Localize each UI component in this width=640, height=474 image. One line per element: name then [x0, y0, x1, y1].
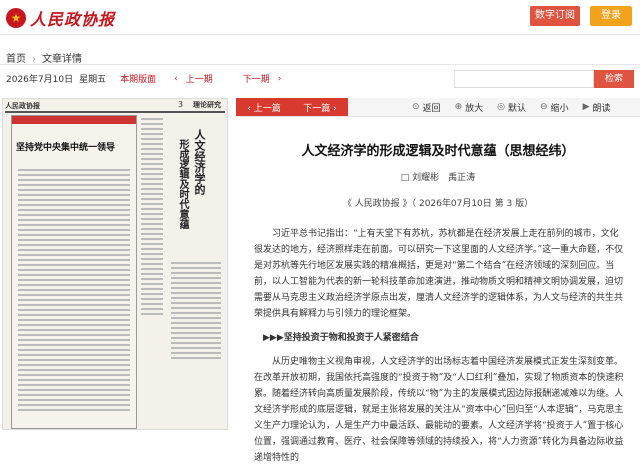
article-toolbar: ‹ 上一篇 下一篇 › ⊙ 返回 ⊕ 放大 ◎ 默认 ⊖ 缩小 ▶ 朗读 — [236, 98, 640, 117]
paper-strip — [12, 116, 136, 124]
divider — [0, 64, 640, 65]
article-body: 习近平总书记指出：“上有天堂下有苏杭，苏杭都是在经济发展上走在前列的城市，文化很… — [254, 226, 626, 474]
default-label: 默认 — [507, 103, 526, 114]
top-bar: ★ 人民政协报 数字订阅 登录 — [0, 0, 640, 35]
paper-vertical-title-2[interactable]: 形成逻辑及时代意蕴 — [175, 139, 190, 229]
article-nav: ‹ 上一篇 下一篇 › — [236, 98, 348, 116]
prev-issue-link[interactable]: 上一期 — [186, 72, 213, 85]
read-aloud-label: 朗读 — [592, 103, 611, 114]
article-panel: ‹ 上一篇 下一篇 › ⊙ 返回 ⊕ 放大 ◎ 默认 ⊖ 缩小 ▶ 朗读 人文经济学的形成… — [236, 98, 640, 463]
zoom-out-button[interactable]: ⊖ 缩小 — [540, 101, 569, 114]
paper-vertical-title[interactable]: 人文经济学的 — [193, 129, 206, 195]
author-icon: □ — [400, 173, 413, 183]
breadcrumb: 首页 › 文章详情 — [6, 50, 82, 65]
this-issue-link[interactable]: 本期版面 — [120, 72, 156, 85]
paper-rule — [5, 111, 225, 113]
next-article-label: 下一篇 — [303, 103, 331, 114]
paragraph: 习近平总书记指出：“上有天堂下有苏杭，苏杭都是在经济发展上走在前列的城市，文化很… — [254, 229, 624, 319]
author-names: 刘耀彬 禹正涛 — [412, 173, 476, 183]
article-source: 《 人民政协报 》（ 2026年07月10日 第 3 版） — [342, 199, 534, 209]
search-button[interactable]: 检索 — [594, 70, 634, 88]
play-icon: ▶ — [582, 102, 590, 112]
default-size-button[interactable]: ◎ 默认 — [497, 101, 526, 114]
reading-tools: ⊙ 返回 ⊕ 放大 ◎ 默认 ⊖ 缩小 ▶ 朗读 — [412, 98, 625, 116]
subscribe-button[interactable]: 数字订阅 — [530, 6, 580, 26]
next-article-button[interactable]: 下一篇 › — [303, 101, 336, 114]
zoom-in-label: 放大 — [465, 103, 484, 114]
issue-weekday: 星期五 — [79, 75, 107, 85]
paper-column — [171, 259, 221, 362]
paper-masthead: 人民政协报 — [5, 101, 40, 110]
chevron-left-icon[interactable]: ‹ — [174, 74, 178, 84]
default-icon: ◎ — [497, 102, 505, 112]
zoom-out-icon: ⊖ — [540, 102, 548, 112]
paper-page-number: 3 — [178, 100, 184, 109]
read-aloud-button[interactable]: ▶ 朗读 — [583, 101, 611, 114]
paper-article-box[interactable]: 坚持党中央集中统一领导 — [11, 115, 137, 429]
next-issue-link[interactable]: 下一期 — [243, 72, 270, 85]
section-subheading: ▶▶▶坚持投资于物和投资于人紧密结合 — [263, 333, 419, 343]
zoom-out-label: 缩小 — [550, 103, 569, 114]
emblem-icon: ★ — [6, 8, 26, 28]
zoom-in-icon: ⊕ — [454, 102, 463, 112]
prev-article-label: 上一篇 — [253, 103, 281, 114]
paper-column — [141, 115, 163, 427]
logo[interactable]: ★ 人民政协报 — [6, 6, 115, 30]
back-icon: ⊙ — [412, 102, 420, 112]
issue-date: 2026年7月10日 — [6, 75, 74, 85]
issue-nav: 2026年7月10日 星期五 本期版面 ‹ 上一期 下一期 › — [6, 72, 282, 86]
back-button[interactable]: ⊙ 返回 — [412, 101, 441, 114]
back-label: 返回 — [422, 103, 441, 114]
search-input[interactable] — [454, 70, 594, 88]
article-title: 人文经济学的形成逻辑及时代意蕴（思想经纬） — [301, 144, 575, 159]
paper-box-title: 坚持党中央集中统一领导 — [16, 143, 116, 153]
logo-text: 人民政协报 — [30, 10, 116, 29]
login-button[interactable]: 登录 — [590, 6, 632, 26]
zoom-in-button[interactable]: ⊕ 放大 — [455, 101, 484, 114]
paper-page-tag: 理论研究 — [193, 101, 221, 109]
paper-text-lines — [18, 166, 130, 414]
chevron-right-icon[interactable]: › — [278, 74, 282, 84]
prev-article-button[interactable]: ‹ 上一篇 — [247, 101, 280, 114]
paragraph: 从历史唯物主义视角审视，人文经济学的出场标志着中国经济发展模式正发生深刻变革。在… — [254, 357, 624, 463]
article-author: □ 刘耀彬 禹正涛 — [236, 170, 640, 183]
newspaper-page-thumbnail[interactable]: 人民政协报 3 理论研究 坚持党中央集中统一领导 人文经济学的 形成逻辑及时代意… — [2, 98, 228, 430]
